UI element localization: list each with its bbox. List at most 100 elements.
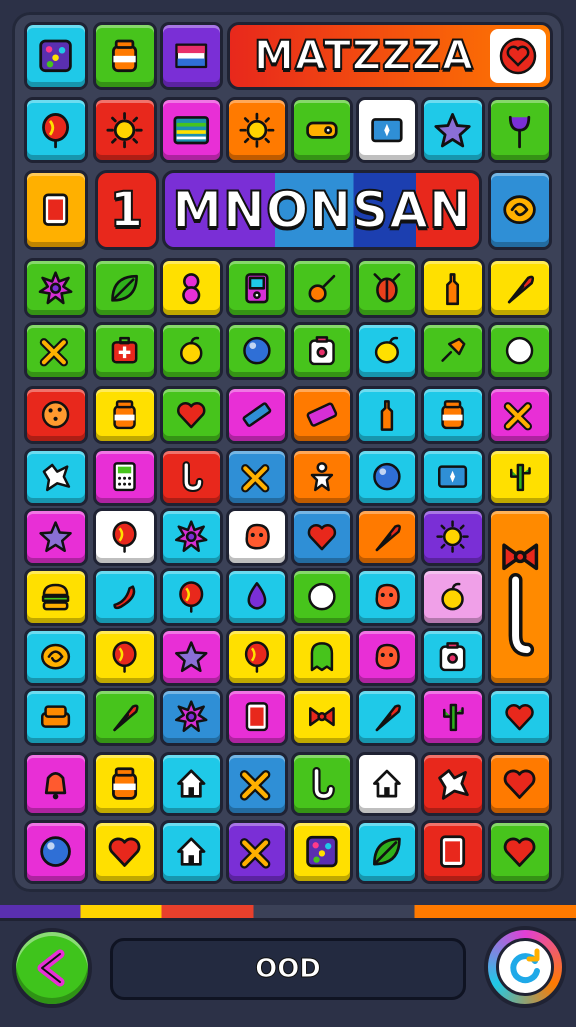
game-tile[interactable] bbox=[291, 568, 353, 626]
game-tile[interactable] bbox=[93, 97, 157, 163]
game-tile[interactable] bbox=[160, 386, 223, 444]
game-tile[interactable] bbox=[291, 628, 353, 686]
game-tile[interactable] bbox=[421, 448, 485, 506]
game-tile[interactable] bbox=[291, 258, 353, 318]
game-tile[interactable] bbox=[488, 820, 552, 884]
game-tile[interactable] bbox=[356, 322, 418, 380]
game-tile[interactable] bbox=[488, 322, 552, 380]
cookie-icon bbox=[42, 401, 70, 429]
game-tile[interactable] bbox=[291, 508, 353, 566]
game-tile[interactable] bbox=[291, 448, 353, 506]
game-tile[interactable] bbox=[93, 568, 157, 626]
game-tile[interactable] bbox=[226, 628, 288, 686]
game-tile[interactable] bbox=[421, 508, 485, 566]
game-tile[interactable] bbox=[226, 752, 288, 816]
heart-button[interactable] bbox=[490, 29, 546, 83]
game-tile[interactable] bbox=[226, 97, 288, 163]
game-tile[interactable] bbox=[291, 752, 353, 816]
card-icon bbox=[43, 193, 69, 227]
game-tile[interactable] bbox=[160, 820, 223, 884]
game-tile[interactable] bbox=[356, 688, 418, 746]
game-tile[interactable] bbox=[488, 386, 552, 444]
game-tile[interactable] bbox=[24, 508, 88, 566]
game-tile[interactable] bbox=[226, 508, 288, 566]
game-tile[interactable] bbox=[488, 97, 552, 163]
game-tile[interactable] bbox=[421, 688, 485, 746]
balloon-icon bbox=[179, 581, 204, 614]
game-tile[interactable] bbox=[226, 322, 288, 380]
game-tile[interactable] bbox=[24, 448, 88, 506]
game-tile[interactable] bbox=[226, 688, 288, 746]
game-tile[interactable] bbox=[93, 448, 157, 506]
game-tile[interactable] bbox=[488, 170, 552, 250]
game-tile[interactable] bbox=[356, 752, 418, 816]
game-tile[interactable] bbox=[291, 322, 353, 380]
game-tile[interactable] bbox=[160, 508, 223, 566]
game-tile[interactable] bbox=[291, 386, 353, 444]
game-tile[interactable] bbox=[356, 820, 418, 884]
game-tile[interactable] bbox=[291, 820, 353, 884]
game-tile[interactable] bbox=[226, 568, 288, 626]
game-tile[interactable] bbox=[24, 820, 88, 884]
game-tile[interactable] bbox=[24, 322, 88, 380]
game-tile[interactable] bbox=[421, 568, 485, 626]
game-tile[interactable] bbox=[160, 97, 223, 163]
game-tile[interactable] bbox=[291, 97, 353, 163]
game-tile[interactable] bbox=[24, 568, 88, 626]
back-button[interactable] bbox=[12, 928, 92, 1008]
game-tile[interactable] bbox=[421, 386, 485, 444]
game-tile[interactable] bbox=[93, 752, 157, 816]
game-tile[interactable] bbox=[93, 322, 157, 380]
chevron-left-icon bbox=[37, 949, 65, 987]
game-tile[interactable] bbox=[421, 820, 485, 884]
game-tile[interactable] bbox=[93, 688, 157, 746]
game-tile[interactable] bbox=[160, 258, 223, 318]
game-tile[interactable] bbox=[421, 258, 485, 318]
game-tile[interactable] bbox=[24, 22, 88, 90]
game-tile[interactable] bbox=[356, 628, 418, 686]
game-tile[interactable] bbox=[24, 170, 88, 250]
game-tile[interactable] bbox=[160, 322, 223, 380]
game-tile[interactable] bbox=[356, 97, 418, 163]
game-tile[interactable] bbox=[24, 628, 88, 686]
game-tile[interactable] bbox=[356, 258, 418, 318]
game-tile[interactable] bbox=[421, 97, 485, 163]
game-tile[interactable] bbox=[291, 688, 353, 746]
game-tile[interactable] bbox=[356, 386, 418, 444]
game-tile[interactable] bbox=[24, 386, 88, 444]
refresh-button[interactable] bbox=[484, 926, 566, 1008]
game-tile[interactable] bbox=[160, 628, 223, 686]
game-tile[interactable] bbox=[24, 688, 88, 746]
game-tile[interactable] bbox=[226, 258, 288, 318]
game-tile[interactable] bbox=[356, 508, 418, 566]
game-tile[interactable] bbox=[356, 568, 418, 626]
game-tile[interactable] bbox=[93, 22, 157, 90]
game-tile[interactable] bbox=[160, 568, 223, 626]
game-tile[interactable] bbox=[356, 448, 418, 506]
game-tile[interactable] bbox=[160, 688, 223, 746]
game-tile[interactable] bbox=[488, 258, 552, 318]
game-tile[interactable] bbox=[488, 448, 552, 506]
game-tile[interactable] bbox=[93, 258, 157, 318]
game-tile-tall[interactable] bbox=[488, 508, 552, 686]
game-tile[interactable] bbox=[160, 22, 223, 90]
game-tile[interactable] bbox=[488, 752, 552, 816]
game-tile[interactable] bbox=[93, 820, 157, 884]
game-tile[interactable] bbox=[226, 386, 288, 444]
game-tile[interactable] bbox=[226, 448, 288, 506]
game-tile[interactable] bbox=[488, 688, 552, 746]
game-tile[interactable] bbox=[226, 820, 288, 884]
game-tile[interactable] bbox=[160, 448, 223, 506]
game-tile[interactable] bbox=[421, 628, 485, 686]
burst-icon bbox=[175, 520, 208, 553]
game-tile[interactable] bbox=[93, 508, 157, 566]
refresh-button-inner bbox=[496, 938, 554, 996]
game-tile[interactable] bbox=[421, 322, 485, 380]
game-tile[interactable] bbox=[24, 97, 88, 163]
game-tile[interactable] bbox=[24, 752, 88, 816]
game-tile[interactable] bbox=[93, 386, 157, 444]
game-tile[interactable] bbox=[24, 258, 88, 318]
game-tile[interactable] bbox=[421, 752, 485, 816]
game-tile[interactable] bbox=[160, 752, 223, 816]
game-tile[interactable] bbox=[93, 628, 157, 686]
